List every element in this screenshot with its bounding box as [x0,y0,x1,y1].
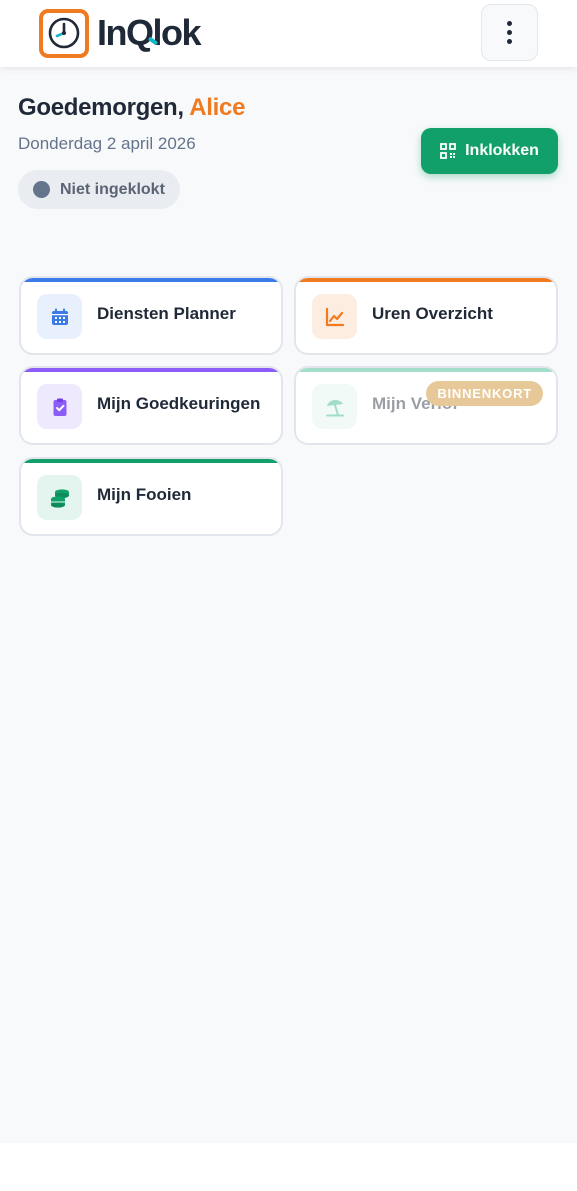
coins-icon [37,475,82,520]
brand-logo[interactable]: InQlok [39,8,202,58]
tile-uren-overzicht[interactable]: Uren Overzicht [294,276,558,355]
more-vertical-icon-dot [507,30,512,35]
tile-accent-bar [21,368,281,372]
clock-status-label: Niet ingeklokt [60,180,165,198]
tile-accent-bar [21,278,281,282]
more-menu-button[interactable] [481,4,538,61]
clock-logo-icon [39,8,89,58]
qr-code-icon [440,143,456,159]
more-vertical-icon [507,21,512,26]
calendar-icon [37,294,82,339]
tile-label: Mijn Fooien [97,485,192,504]
tile-diensten-planner[interactable]: Diensten Planner [19,276,283,355]
status-dot-icon [33,181,50,198]
tile-accent-bar [296,278,556,282]
chart-line-icon [312,294,357,339]
tile-mijn-goedkeuringen[interactable]: Mijn Goedkeuringen [19,366,283,445]
greeting-title: Goedemorgen, Alice [18,94,245,122]
more-vertical-icon-dot [507,39,512,44]
clipboard-check-icon [37,384,82,429]
clock-in-button[interactable]: Inklokken [421,128,558,174]
clock-status-badge: Niet ingeklokt [18,170,180,209]
brand-name-text: InQlok [97,12,202,53]
brand-name: InQlok [97,12,202,53]
tile-label: Mijn Goedkeuringen [97,394,261,413]
tile-label: Uren Overzicht [372,304,493,323]
user-name: Alice [189,94,246,121]
beach-umbrella-icon [312,384,357,429]
tile-mijn-verlof: Mijn Verlof BINNENKORT [294,366,558,445]
greeting-prefix: Goedemorgen, [18,94,190,121]
tile-mijn-fooien[interactable]: Mijn Fooien [19,457,283,536]
tile-label: Diensten Planner [97,304,236,323]
current-date: Donderdag 2 april 2026 [18,134,196,153]
coming-soon-badge: BINNENKORT [426,381,543,406]
tile-accent-bar [296,368,556,372]
clock-in-label: Inklokken [465,142,539,159]
tile-accent-bar [21,459,281,463]
top-bar: InQlok [0,0,577,67]
